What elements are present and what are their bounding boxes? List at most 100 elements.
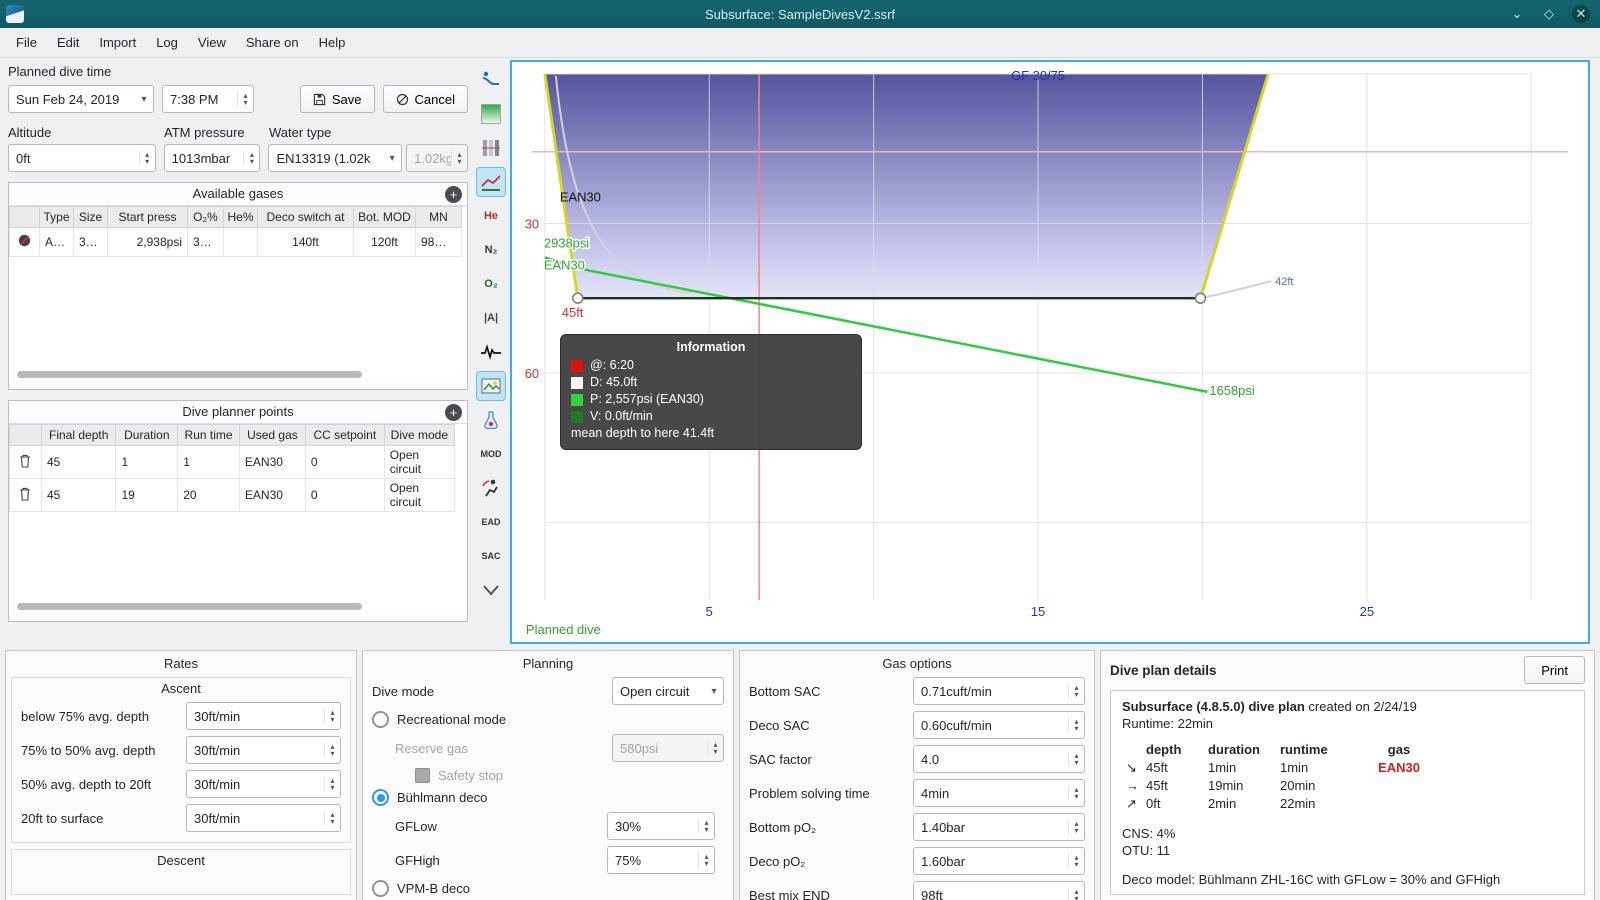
bottom-sac-field[interactable]: 0.71cuft/min ▴ ▾ bbox=[913, 677, 1085, 705]
gfhigh-field[interactable]: 75% ▴ ▾ bbox=[607, 846, 715, 874]
cell-mnd[interactable]: 98… bbox=[415, 227, 462, 257]
cell-start-press[interactable]: 2,938psi bbox=[107, 227, 188, 257]
cell-used-gas[interactable]: EAN30 bbox=[238, 445, 306, 479]
maximize-button[interactable]: ◇ bbox=[1540, 5, 1558, 23]
cell-cc-setpoint[interactable]: 0 bbox=[304, 445, 385, 479]
spinner-arrows[interactable]: ▴ ▾ bbox=[1068, 684, 1084, 699]
he-graph-toggle-icon[interactable]: He bbox=[477, 202, 505, 230]
col-duration[interactable]: Duration bbox=[115, 424, 179, 446]
calculated-ceiling-toggle-icon[interactable] bbox=[477, 100, 505, 128]
col-o2[interactable]: O₂% bbox=[187, 206, 224, 228]
menu-share-on[interactable]: Share on bbox=[236, 31, 309, 54]
ead-toggle-icon[interactable]: EAD bbox=[477, 508, 505, 536]
spinner-arrows[interactable]: ▴ ▾ bbox=[1068, 718, 1084, 733]
menu-view[interactable]: View bbox=[188, 31, 236, 54]
spinner-arrows[interactable]: ▴ ▾ bbox=[1068, 854, 1084, 869]
cylinder-warning-icon[interactable] bbox=[17, 233, 32, 248]
spinner-arrows[interactable]: ▴ ▾ bbox=[1068, 786, 1084, 801]
spinner-arrows[interactable]: ▴ ▾ bbox=[324, 777, 340, 792]
altitude-field[interactable]: 0ft ▴ ▾ bbox=[8, 144, 156, 172]
o2-graph-toggle-icon[interactable]: O₂ bbox=[477, 270, 505, 298]
profile-handle[interactable] bbox=[1194, 292, 1207, 304]
col-he[interactable]: He% bbox=[223, 206, 258, 228]
add-point-button[interactable]: + bbox=[445, 404, 462, 421]
toolbar-scroll-down-icon[interactable] bbox=[477, 576, 505, 604]
atm-pressure-field[interactable]: 1013mbar ▴ ▾ bbox=[163, 144, 261, 172]
save-button[interactable]: Save bbox=[299, 85, 375, 113]
problem-solving-time-field[interactable]: 4min ▴ ▾ bbox=[913, 779, 1085, 807]
bottom-po2-field[interactable]: 1.40bar ▴ ▾ bbox=[913, 813, 1085, 841]
col-size[interactable]: Size bbox=[73, 206, 108, 228]
menu-file[interactable]: File bbox=[6, 31, 47, 54]
heartrate-toggle-icon[interactable] bbox=[477, 338, 505, 366]
water-type-select[interactable]: EN13319 (1.02k ▾ bbox=[268, 144, 403, 172]
cell-run-time[interactable]: 20 bbox=[177, 478, 240, 512]
cell-size[interactable]: 3… bbox=[73, 227, 108, 257]
spinner-arrows[interactable]: ▴ ▾ bbox=[237, 92, 253, 107]
menu-help[interactable]: Help bbox=[309, 31, 356, 54]
spinner-arrows[interactable]: ▴ ▾ bbox=[138, 151, 155, 166]
spinner-arrows[interactable]: ▴ ▾ bbox=[698, 853, 714, 868]
col-run-time[interactable]: Run time bbox=[177, 424, 240, 446]
menu-import[interactable]: Import bbox=[89, 31, 146, 54]
rate-field[interactable]: 30ft/min ▴ ▾ bbox=[186, 804, 341, 832]
col-bot-mod[interactable]: Bot. MOD bbox=[353, 206, 416, 228]
ndl-toggle-icon[interactable] bbox=[477, 474, 505, 502]
cell-dive-mode[interactable]: Open circuit bbox=[383, 445, 456, 479]
trash-icon[interactable] bbox=[19, 454, 31, 468]
cell-final-depth[interactable]: 45 bbox=[40, 445, 117, 479]
col-dive-mode[interactable]: Dive mode bbox=[383, 424, 456, 446]
cancel-button[interactable]: Cancel bbox=[382, 85, 468, 113]
spinner-arrows[interactable]: ▴ ▾ bbox=[1068, 820, 1084, 835]
rate-field[interactable]: 30ft/min ▴ ▾ bbox=[186, 736, 341, 764]
deco-sac-field[interactable]: 0.60cuft/min ▴ ▾ bbox=[913, 711, 1085, 739]
cell-cc-setpoint[interactable]: 0 bbox=[304, 478, 385, 512]
point-row[interactable]: 45 1 1 EAN30 0 Open circuit bbox=[9, 445, 456, 479]
time-field[interactable]: 7:38 PM ▴ ▾ bbox=[162, 85, 254, 113]
cell-dive-mode[interactable]: Open circuit bbox=[383, 478, 456, 512]
col-deco-switch[interactable]: Deco switch at bbox=[257, 206, 354, 228]
best-mix-end-field[interactable]: 98ft ▴ ▾ bbox=[913, 881, 1085, 900]
shade-button[interactable]: ⌄ bbox=[1508, 5, 1526, 23]
col-mnd[interactable]: MN bbox=[415, 206, 462, 228]
col-final-depth[interactable]: Final depth bbox=[40, 424, 117, 446]
gas-row[interactable]: A… 3… 2,938psi 3… 140ft 120ft 98… bbox=[9, 227, 462, 257]
cell-deco-switch[interactable]: 140ft bbox=[257, 227, 354, 257]
cell-final-depth[interactable]: 45 bbox=[40, 478, 117, 512]
po2-graph-toggle-icon[interactable] bbox=[476, 167, 506, 197]
gas-change-toggle-icon[interactable] bbox=[477, 406, 505, 434]
cell-he[interactable] bbox=[223, 227, 258, 257]
date-select[interactable]: Sun Feb 24, 2019 ▾ bbox=[8, 85, 154, 113]
cell-o2[interactable]: 3… bbox=[187, 227, 224, 257]
spinner-arrows[interactable]: ▴ ▾ bbox=[324, 743, 340, 758]
spinner-arrows[interactable]: ▴ ▾ bbox=[324, 709, 340, 724]
buhlmann-deco-radio[interactable]: Bühlmann deco bbox=[372, 789, 487, 806]
recreational-mode-radio[interactable]: Recreational mode bbox=[372, 711, 506, 728]
cell-bot-mod[interactable]: 120ft bbox=[353, 227, 416, 257]
sac-factor-field[interactable]: 4.0 ▴ ▾ bbox=[913, 745, 1085, 773]
spinner-arrows[interactable]: ▴ ▾ bbox=[1068, 888, 1084, 900]
print-button[interactable]: Print bbox=[1524, 656, 1585, 684]
close-button[interactable]: ✕ bbox=[1572, 5, 1590, 23]
dc-ceiling-toggle-icon[interactable] bbox=[477, 66, 505, 94]
spinner-arrows[interactable]: ▴ ▾ bbox=[243, 151, 259, 166]
photos-toggle-icon[interactable] bbox=[476, 371, 506, 401]
menu-edit[interactable]: Edit bbox=[47, 31, 89, 54]
rate-field[interactable]: 30ft/min ▴ ▾ bbox=[186, 702, 341, 730]
cell-duration[interactable]: 19 bbox=[115, 478, 179, 512]
col-start-press[interactable]: Start press bbox=[107, 206, 188, 228]
cell-duration[interactable]: 1 bbox=[115, 445, 179, 479]
vpmb-deco-radio[interactable]: VPM-B deco bbox=[372, 880, 470, 897]
sac-toggle-icon[interactable]: SAC bbox=[477, 542, 505, 570]
col-type[interactable]: Type bbox=[39, 206, 74, 228]
horizontal-scrollbar[interactable] bbox=[17, 603, 362, 610]
spinner-arrows[interactable]: ▴ ▾ bbox=[1068, 752, 1084, 767]
dive-mode-select[interactable]: Open circuit ▾ bbox=[612, 677, 724, 705]
rate-field[interactable]: 30ft/min ▴ ▾ bbox=[186, 770, 341, 798]
horizontal-scrollbar[interactable] bbox=[17, 371, 362, 378]
point-row[interactable]: 45 19 20 EAN30 0 Open circuit bbox=[9, 478, 456, 512]
col-cc-setpoint[interactable]: CC setpoint bbox=[304, 424, 385, 446]
trash-icon[interactable] bbox=[19, 487, 31, 501]
air-graph-toggle-icon[interactable]: |A| bbox=[477, 304, 505, 332]
spinner-arrows[interactable]: ▴ ▾ bbox=[324, 811, 340, 826]
